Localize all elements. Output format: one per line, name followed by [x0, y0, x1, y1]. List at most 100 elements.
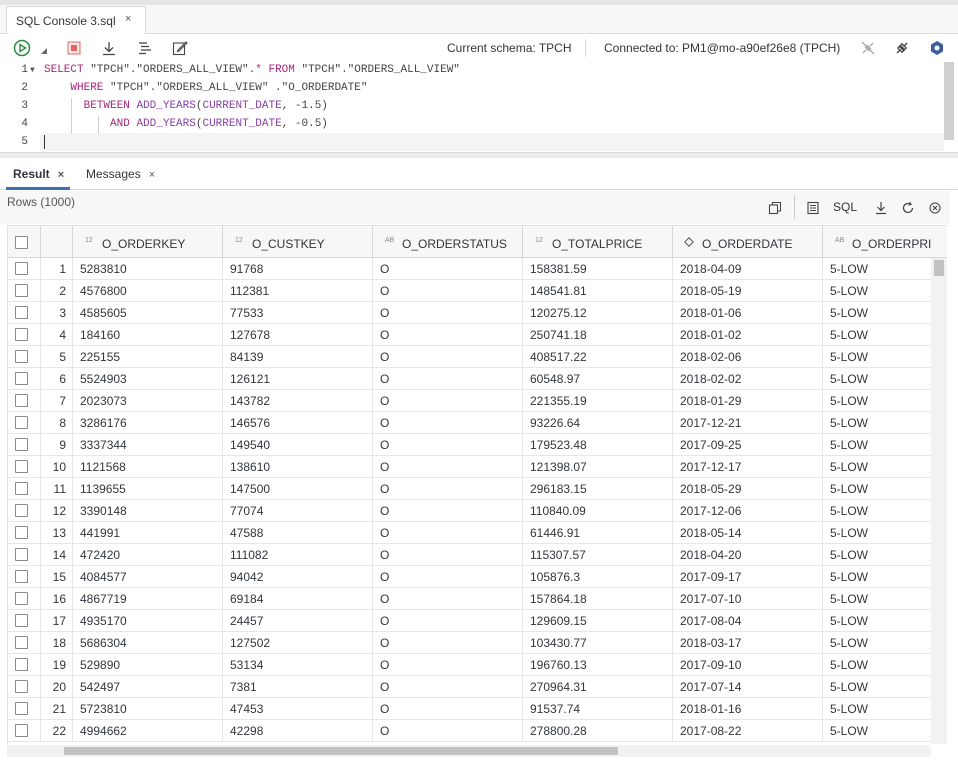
- column-header-o-orderkey[interactable]: 12 O_ORDERKEY: [73, 226, 223, 259]
- column-header-o-custkey[interactable]: 12 O_CUSTKEY: [223, 226, 373, 259]
- table-row[interactable]: 4 184160 127678 O 250741.18 2018-01-02 5-LOW: [8, 324, 934, 346]
- table-cell[interactable]: 24457: [223, 610, 373, 632]
- table-cell[interactable]: 53134: [223, 654, 373, 676]
- table-cell[interactable]: 103430.77: [523, 632, 673, 654]
- sql-button[interactable]: SQL: [833, 200, 857, 214]
- table-cell[interactable]: 2017-12-06: [673, 500, 823, 522]
- table-cell[interactable]: 5-LOW: [823, 478, 947, 500]
- table-row[interactable]: 12 3390148 77074 O 110840.09 2017-12-06 5-LOW: [8, 500, 934, 522]
- table-row[interactable]: 10 1121568 138610 O 121398.07 2017-12-17 5-LOW: [8, 456, 934, 478]
- table-cell[interactable]: 5-LOW: [823, 456, 947, 478]
- table-cell[interactable]: 5-LOW: [823, 346, 947, 368]
- row-checkbox[interactable]: [15, 284, 28, 297]
- table-cell[interactable]: 60548.97: [523, 368, 673, 390]
- row-checkbox[interactable]: [15, 724, 28, 737]
- table-cell[interactable]: 3337344: [73, 434, 223, 456]
- table-cell[interactable]: O: [373, 698, 523, 720]
- table-cell[interactable]: 2017-12-17: [673, 456, 823, 478]
- download-icon[interactable]: [872, 199, 890, 217]
- column-header-o-orderstatus[interactable]: AB O_ORDERSTATUS: [373, 226, 523, 259]
- table-cell[interactable]: 4867719: [73, 588, 223, 610]
- horizontal-scrollbar[interactable]: [7, 745, 931, 757]
- row-checkbox[interactable]: [15, 702, 28, 715]
- table-cell[interactable]: 149540: [223, 434, 373, 456]
- table-cell[interactable]: 111082: [223, 544, 373, 566]
- table-cell[interactable]: 77533: [223, 302, 373, 324]
- table-cell[interactable]: 5-LOW: [823, 632, 947, 654]
- column-header-o-orderdate[interactable]: O_ORDERDATE: [673, 226, 823, 259]
- table-row[interactable]: 6 5524903 126121 O 60548.97 2018-02-02 5-LOW: [8, 368, 934, 390]
- table-cell[interactable]: 127678: [223, 324, 373, 346]
- run-icon[interactable]: [13, 39, 31, 57]
- table-cell[interactable]: 542497: [73, 676, 223, 698]
- table-row[interactable]: 13 441991 47588 O 61446.91 2018-05-14 5-LOW: [8, 522, 934, 544]
- table-cell[interactable]: 47453: [223, 698, 373, 720]
- table-cell[interactable]: 7381: [223, 676, 373, 698]
- row-checkbox[interactable]: [15, 504, 28, 517]
- record-view-icon[interactable]: [804, 199, 822, 217]
- table-cell[interactable]: O: [373, 676, 523, 698]
- table-cell[interactable]: 2018-01-16: [673, 698, 823, 720]
- table-row[interactable]: 8 3286176 146576 O 93226.64 2017-12-21 5-LOW: [8, 412, 934, 434]
- table-cell[interactable]: O: [373, 588, 523, 610]
- close-icon[interactable]: ×: [58, 169, 64, 181]
- table-cell[interactable]: 5-LOW: [823, 368, 947, 390]
- horizontal-scroll-thumb[interactable]: [64, 747, 618, 755]
- table-cell[interactable]: 105876.3: [523, 566, 673, 588]
- row-checkbox[interactable]: [15, 658, 28, 671]
- table-cell[interactable]: 5723810: [73, 698, 223, 720]
- table-cell[interactable]: 5-LOW: [823, 434, 947, 456]
- table-cell[interactable]: 94042: [223, 566, 373, 588]
- table-cell[interactable]: 472420: [73, 544, 223, 566]
- table-cell[interactable]: 4084577: [73, 566, 223, 588]
- table-cell[interactable]: 2017-08-04: [673, 610, 823, 632]
- stop-icon[interactable]: [65, 39, 83, 57]
- chevron-down-icon[interactable]: [40, 47, 48, 55]
- table-cell[interactable]: 4585605: [73, 302, 223, 324]
- table-cell[interactable]: 84139: [223, 346, 373, 368]
- table-cell[interactable]: 408517.22: [523, 346, 673, 368]
- table-cell[interactable]: O: [373, 434, 523, 456]
- column-header-o-totalprice[interactable]: 12 O_TOTALPRICE: [523, 226, 673, 259]
- row-checkbox[interactable]: [15, 416, 28, 429]
- row-checkbox[interactable]: [15, 482, 28, 495]
- table-cell[interactable]: 196760.13: [523, 654, 673, 676]
- table-row[interactable]: 21 5723810 47453 O 91537.74 2018-01-16 5-LOW: [8, 698, 934, 720]
- table-cell[interactable]: O: [373, 720, 523, 742]
- table-cell[interactable]: 2018-05-19: [673, 280, 823, 302]
- table-cell[interactable]: 2018-01-02: [673, 324, 823, 346]
- table-cell[interactable]: 146576: [223, 412, 373, 434]
- table-cell[interactable]: 5-LOW: [823, 500, 947, 522]
- file-tab[interactable]: SQL Console 3.sql ×: [6, 6, 146, 34]
- table-row[interactable]: 14 472420 111082 O 115307.57 2018-04-20 5-LOW: [8, 544, 934, 566]
- table-cell[interactable]: 158381.59: [523, 258, 673, 280]
- table-cell[interactable]: 5-LOW: [823, 412, 947, 434]
- table-row[interactable]: 17 4935170 24457 O 129609.15 2017-08-04 5-LOW: [8, 610, 934, 632]
- table-cell[interactable]: O: [373, 500, 523, 522]
- table-cell[interactable]: O: [373, 456, 523, 478]
- fold-chevron-icon[interactable]: ▼: [30, 66, 35, 75]
- table-cell[interactable]: 91537.74: [523, 698, 673, 720]
- table-cell[interactable]: 529890: [73, 654, 223, 676]
- table-cell[interactable]: 5-LOW: [823, 720, 947, 742]
- table-cell[interactable]: 4994662: [73, 720, 223, 742]
- row-checkbox[interactable]: [15, 680, 28, 693]
- edit-icon[interactable]: [171, 39, 189, 57]
- sql-editor[interactable]: 1 ▼ 2 3 4 5 SELECT "TPCH"."ORDERS_ALL_VI…: [0, 62, 958, 152]
- table-cell[interactable]: O: [373, 346, 523, 368]
- row-checkbox[interactable]: [15, 372, 28, 385]
- row-checkbox[interactable]: [15, 306, 28, 319]
- row-checkbox[interactable]: [15, 350, 28, 363]
- table-cell[interactable]: 221355.19: [523, 390, 673, 412]
- table-cell[interactable]: 129609.15: [523, 610, 673, 632]
- table-cell[interactable]: 5-LOW: [823, 522, 947, 544]
- row-checkbox[interactable]: [15, 592, 28, 605]
- table-cell[interactable]: O: [373, 302, 523, 324]
- table-cell[interactable]: 2017-09-17: [673, 566, 823, 588]
- table-cell[interactable]: 121398.07: [523, 456, 673, 478]
- table-cell[interactable]: 5686304: [73, 632, 223, 654]
- table-cell[interactable]: 42298: [223, 720, 373, 742]
- row-checkbox[interactable]: [15, 526, 28, 539]
- table-cell[interactable]: 4576800: [73, 280, 223, 302]
- table-cell[interactable]: 5-LOW: [823, 258, 947, 280]
